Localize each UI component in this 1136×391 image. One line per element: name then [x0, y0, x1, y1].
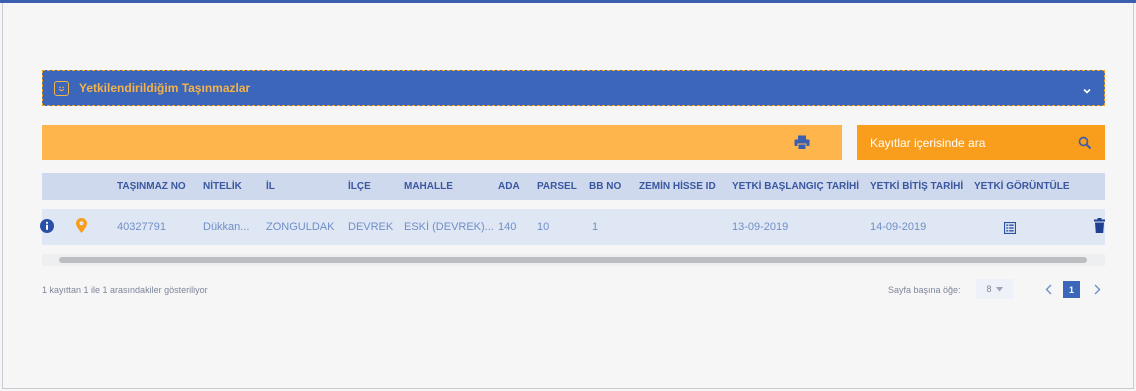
column-header-bb-no[interactable]: BB NO [589, 181, 621, 192]
search-input[interactable] [870, 130, 1065, 155]
panel-header[interactable]: Yetkilendirildiğim Taşınmazlar [42, 70, 1105, 106]
per-page-label: Sayfa başına öğe: [888, 285, 961, 295]
page-1-button[interactable]: 1 [1063, 281, 1080, 298]
cell-yetki-baslangic: 13-09-2019 [732, 221, 789, 233]
cell-nitelik: Dükkan... [203, 221, 250, 233]
column-header-tasinmaz-no[interactable]: TAŞINMAZ NO [117, 181, 186, 192]
cell-bb-no: 1 [592, 221, 599, 233]
document-icon[interactable] [1003, 221, 1017, 239]
search-icon[interactable] [1078, 136, 1092, 155]
record-summary: 1 kayıttan 1 ile 1 arasındakiler gösteri… [42, 285, 208, 295]
scrollbar-thumb[interactable] [59, 257, 1087, 263]
per-page-select[interactable]: 8 [976, 279, 1013, 299]
print-icon[interactable] [794, 135, 810, 150]
column-header-yetki-baslangic[interactable]: YETKİ BAŞLANGIÇ TARİHİ [732, 181, 859, 192]
cell-mahalle: ESKİ (DEVREK)... [404, 221, 494, 233]
horizontal-scrollbar[interactable] [42, 254, 1105, 266]
column-header-il[interactable]: İL [266, 181, 275, 192]
column-header-ilce[interactable]: İLÇE [348, 181, 371, 192]
column-header-zemin-hisse-id[interactable]: ZEMİN HİSSE ID [639, 181, 716, 192]
cell-parsel: 10 [537, 221, 550, 233]
caret-down-icon [995, 284, 1003, 294]
smile-icon [54, 80, 69, 96]
map-pin-icon[interactable] [76, 218, 87, 238]
cell-yetki-bitis: 14-09-2019 [870, 221, 927, 233]
next-page-button[interactable] [1089, 281, 1105, 298]
column-header-yetki-bitis[interactable]: YETKİ BİTİŞ TARİHİ [870, 181, 963, 192]
cell-ilce: DEVREK [348, 221, 394, 233]
cell-il: ZONGULDAK [266, 221, 335, 233]
trash-icon[interactable] [1094, 218, 1105, 238]
column-header-nitelik[interactable]: NİTELİK [203, 181, 242, 192]
cell-tasinmaz-no: 40327791 [117, 221, 166, 233]
info-icon[interactable] [40, 219, 54, 238]
column-header-parsel[interactable]: PARSEL [537, 181, 577, 192]
table-header-row: TAŞINMAZ NO NİTELİK İL İLÇE MAHALLE ADA … [42, 173, 1105, 200]
chevron-down-icon[interactable] [1082, 83, 1092, 101]
per-page-value: 8 [986, 284, 992, 294]
search-box [857, 125, 1105, 160]
table-row[interactable]: 40327791 Dükkan... ZONGULDAK DEVREK ESKİ… [40, 209, 1105, 245]
column-header-mahalle[interactable]: MAHALLE [404, 181, 453, 192]
cell-ada: 140 [498, 221, 517, 233]
table-toolbar [42, 125, 842, 160]
column-header-ada[interactable]: ADA [498, 181, 520, 192]
column-header-yetki-goruntule: YETKİ GÖRÜNTÜLE [974, 181, 1070, 192]
panel-title: Yetkilendirildiğim Taşınmazlar [79, 81, 251, 95]
prev-page-button[interactable] [1040, 281, 1056, 298]
